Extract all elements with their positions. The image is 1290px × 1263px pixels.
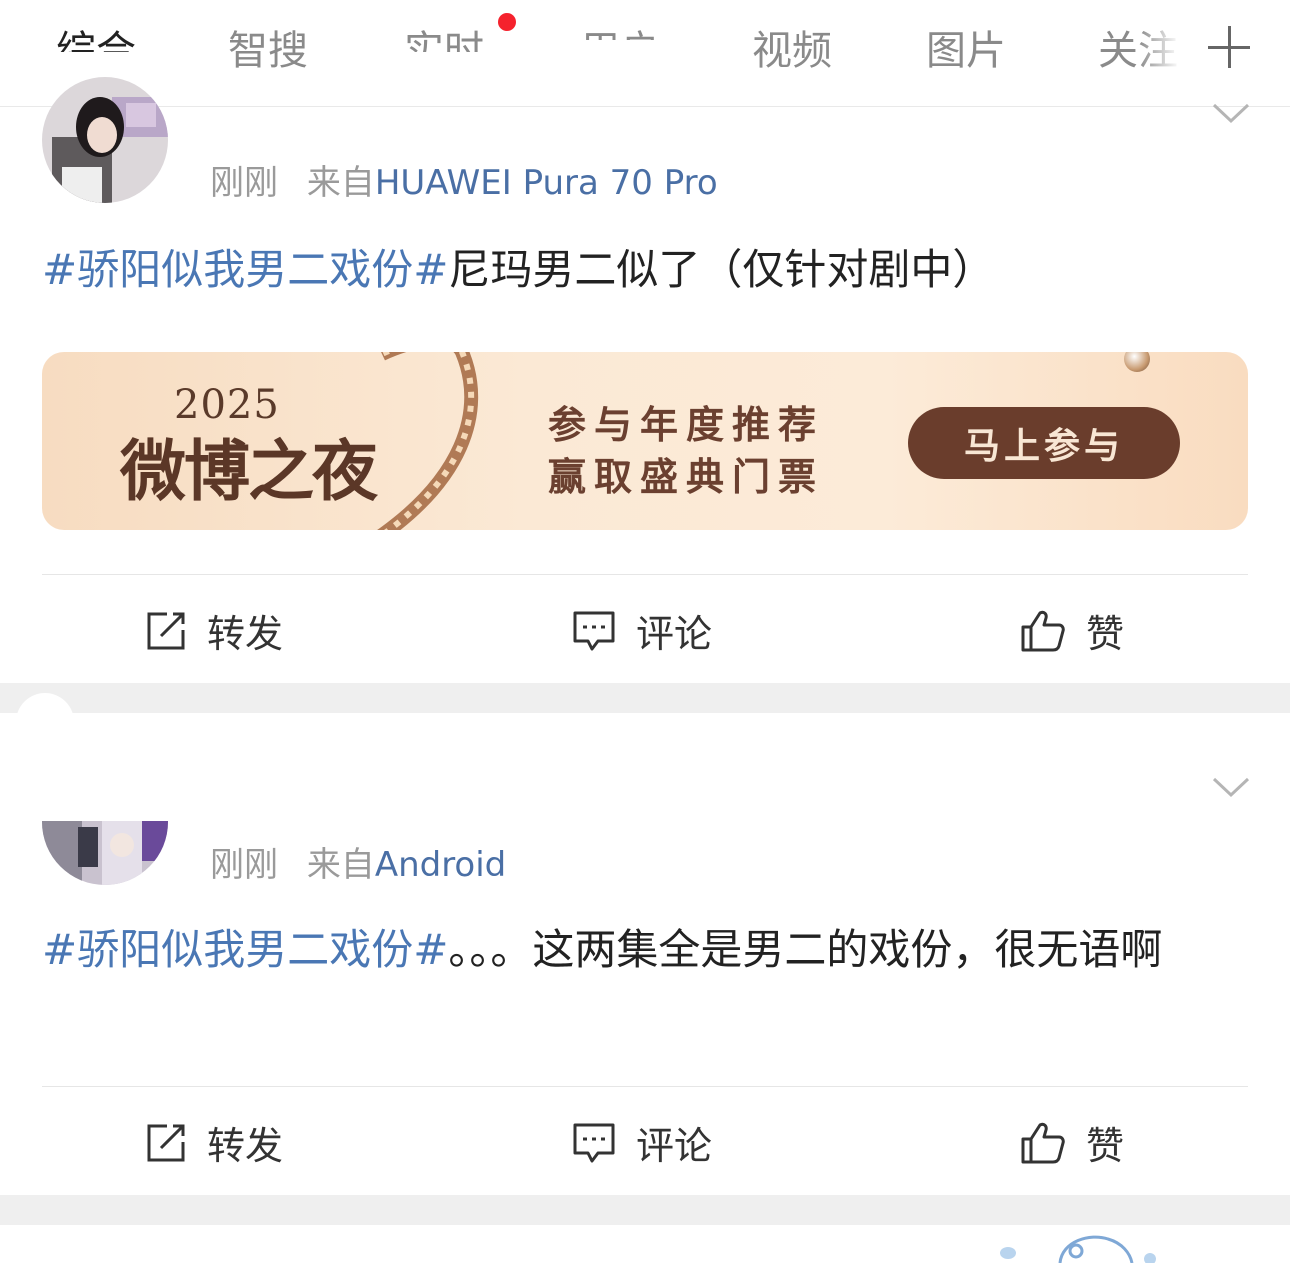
join-now-button[interactable]: 马上参与: [908, 407, 1180, 479]
banner-line-1: 参与年度推荐: [548, 403, 825, 447]
post-source[interactable]: HUAWEI Pura 70 Pro: [375, 163, 718, 203]
post-content: #骄阳似我男二戏份#。。。这两集全是男二的戏份，很无语啊: [42, 915, 1248, 985]
post-meta: 刚刚 来自Android: [210, 837, 506, 886]
banner-line-2: 赢取盛典门票: [548, 455, 825, 499]
topic-link[interactable]: #骄阳似我男二戏份#: [42, 245, 448, 294]
post-from-prefix: 来自: [306, 845, 375, 885]
plus-icon[interactable]: [1208, 26, 1250, 68]
repost-button[interactable]: 转发: [145, 603, 283, 658]
chevron-down-icon[interactable]: [1212, 777, 1250, 799]
post-card: 刚刚 来自Android #骄阳似我男二戏份#。。。这两集全是男二的戏份，很无语…: [0, 713, 1290, 1195]
banner-title: 微博之夜: [120, 432, 378, 510]
thumbs-up-icon: [1021, 610, 1065, 651]
post-meta: 刚刚 来自HUAWEI Pura 70 Pro: [210, 155, 718, 204]
tab-smart-search[interactable]: 智搜: [228, 18, 308, 76]
post-separator: [0, 1195, 1290, 1225]
repost-label: 转发: [207, 612, 284, 656]
comment-icon: [573, 1123, 615, 1162]
comment-label: 评论: [636, 1124, 713, 1168]
like-button[interactable]: 赞: [1020, 603, 1124, 658]
like-label: 赞: [1086, 1124, 1125, 1168]
post-time: 刚刚: [210, 845, 278, 885]
tab-images[interactable]: 图片: [926, 18, 1006, 76]
like-label: 赞: [1086, 612, 1125, 656]
comment-button[interactable]: 评论: [572, 603, 712, 658]
realtime-notification-dot: [498, 13, 516, 31]
like-button[interactable]: 赞: [1020, 1115, 1124, 1170]
next-post-peek: [0, 1225, 1290, 1263]
tab-comprehensive[interactable]: 综合: [56, 18, 136, 52]
post-card: 刚刚 来自HUAWEI Pura 70 Pro #骄阳似我男二戏份#尼玛男二似了…: [0, 77, 1290, 683]
action-bar: 转发 评论 赞: [0, 575, 1290, 683]
comment-label: 评论: [636, 612, 713, 656]
post-from-prefix: 来自: [306, 163, 375, 203]
post-time: 刚刚: [210, 163, 278, 203]
post-text: 尼玛男二似了（仅针对剧中）: [448, 245, 995, 294]
post-source[interactable]: Android: [375, 845, 506, 885]
repost-label: 转发: [207, 1124, 284, 1168]
action-bar: 转发 评论 赞: [0, 1087, 1290, 1195]
post-text: 。。。这两集全是男二的戏份，很无语啊: [448, 925, 1163, 974]
comment-button[interactable]: 评论: [572, 1115, 712, 1170]
post-content: #骄阳似我男二戏份#尼玛男二似了（仅针对剧中）: [42, 235, 1248, 305]
tab-video[interactable]: 视频: [752, 18, 832, 76]
tab-users[interactable]: 用户: [580, 18, 660, 40]
weibo-night-banner[interactable]: 2025 微博之夜 参与年度推荐 赢取盛典门票 马上参与: [42, 352, 1248, 530]
topic-link[interactable]: #骄阳似我男二戏份#: [42, 925, 448, 974]
sticker-decoration: [1000, 1235, 1156, 1263]
tab-realtime[interactable]: 实时: [404, 18, 484, 52]
repost-button[interactable]: 转发: [145, 1115, 283, 1170]
repost-icon: [147, 612, 185, 649]
avatar[interactable]: [42, 821, 168, 885]
thumbs-up-icon: [1021, 1122, 1065, 1163]
chevron-down-icon[interactable]: [1212, 103, 1250, 125]
pearl-decoration: [1124, 352, 1150, 372]
tab-fade-overlay: [1138, 0, 1198, 100]
repost-icon: [147, 1124, 185, 1161]
search-tab-bar: 综合 智搜 实时 用户 视频 图片 关注: [0, 0, 1290, 107]
post-separator: [0, 683, 1290, 713]
comment-icon: [573, 611, 615, 650]
avatar[interactable]: [42, 77, 168, 203]
